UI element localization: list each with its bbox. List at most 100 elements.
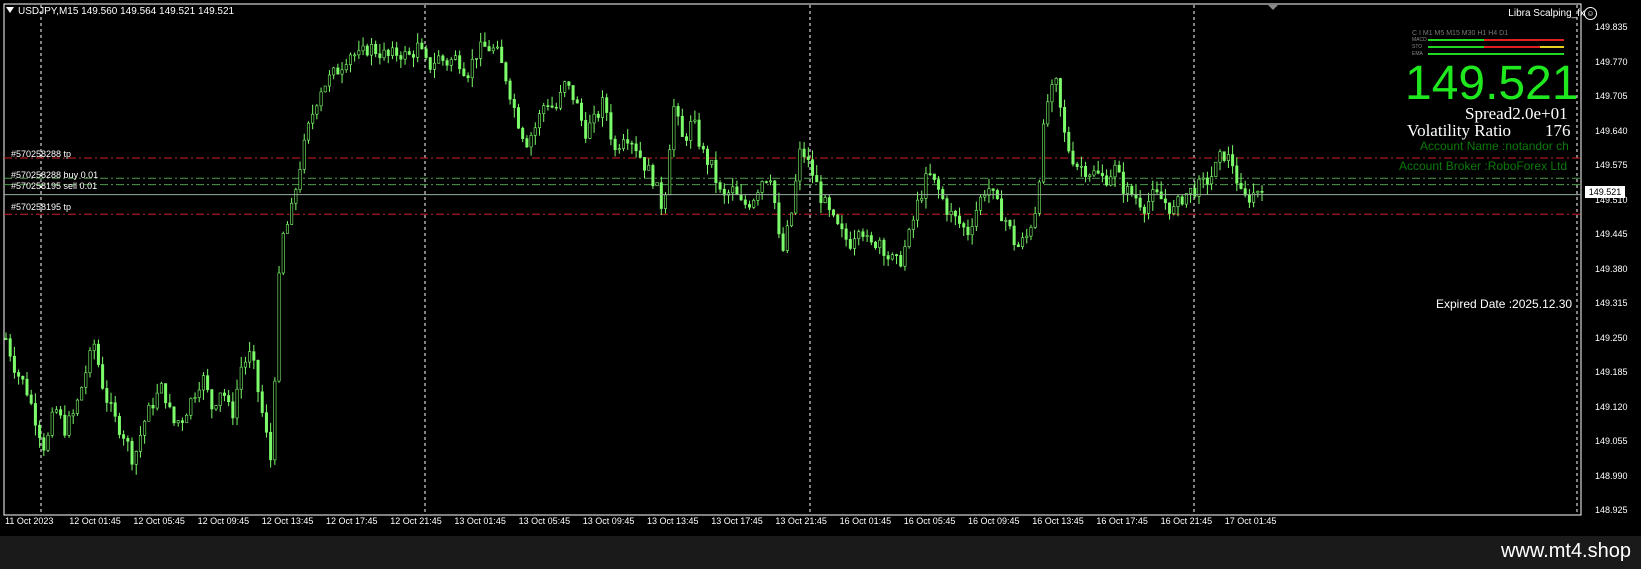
candle-body: [147, 405, 151, 422]
candle-body: [529, 135, 533, 148]
candle-body: [760, 181, 764, 193]
order-label-tp-sell[interactable]: #570258195 tp: [11, 202, 71, 212]
candle-body: [1126, 186, 1130, 194]
mtf-bar-ema: [1428, 53, 1564, 55]
y-tick-label: 149.575: [1595, 160, 1628, 170]
candle-body: [113, 402, 117, 417]
candle-body: [537, 113, 541, 129]
candle-body: [764, 181, 768, 183]
y-tick-label: 149.380: [1595, 263, 1628, 274]
mtf-bar-sto: [1428, 46, 1484, 48]
candle-body: [1210, 176, 1214, 185]
candle-body: [626, 139, 630, 144]
candle-body: [655, 182, 659, 187]
candle-body: [638, 150, 642, 158]
candle-body: [979, 196, 983, 211]
mtf-bar-sto-yellow: [1540, 46, 1564, 48]
candle-body: [248, 351, 252, 363]
candle-body: [315, 105, 319, 115]
y-tick-label: 148.990: [1595, 470, 1628, 481]
candle-body: [361, 45, 365, 52]
candle-body: [790, 212, 794, 227]
candle-body: [693, 119, 697, 122]
candle-body: [706, 148, 710, 165]
candle-body: [290, 202, 294, 225]
candle-body: [1180, 196, 1184, 205]
order-label-tp-buy[interactable]: #570258288 tp: [11, 149, 71, 159]
candle-body: [815, 175, 819, 183]
candle-body: [235, 388, 239, 419]
mtf-bar-macd-red: [1484, 39, 1564, 41]
candle-body: [630, 142, 634, 145]
candle-body: [50, 411, 54, 436]
candle-body: [1151, 189, 1155, 202]
y-tick-label: 149.185: [1595, 367, 1628, 377]
candle-body: [836, 214, 840, 225]
dropdown-triangle-icon[interactable]: [6, 7, 14, 13]
candle-body: [710, 159, 714, 165]
order-label-buy[interactable]: #570258288 buy 0.01: [11, 170, 98, 180]
candle-body: [777, 202, 781, 235]
candle-body: [840, 223, 844, 230]
candle-body: [210, 389, 214, 410]
candle-body: [424, 48, 428, 58]
candle-body: [239, 366, 243, 390]
candle-body: [243, 361, 247, 368]
order-label-sell[interactable]: #570258195 sell 0.01: [11, 181, 97, 191]
candle-body: [88, 350, 92, 374]
candle-body: [718, 182, 722, 190]
candle-body: [298, 169, 302, 190]
candle-body: [1197, 178, 1201, 197]
candle-body: [1142, 206, 1146, 214]
candle-body: [84, 372, 88, 388]
account-broker: Account Broker :RoboForex Ltd: [1399, 159, 1568, 173]
candle-body: [895, 254, 899, 256]
candle-body: [214, 405, 218, 410]
candle-body: [1163, 198, 1167, 204]
candle-body: [1004, 220, 1008, 222]
candle-body: [134, 451, 138, 465]
candle-body: [1033, 213, 1037, 228]
candle-body: [1168, 202, 1172, 214]
candle-body: [1172, 206, 1176, 214]
candle-body: [365, 45, 369, 56]
candle-body: [357, 50, 361, 56]
candle-body: [252, 351, 256, 361]
smiley-icon[interactable]: ☺: [1584, 7, 1597, 20]
candle-body: [844, 228, 848, 240]
chart-window[interactable]: USDJPY,M15 149.560 149.564 149.521 149.5…: [0, 0, 1641, 536]
candle-body: [941, 189, 945, 199]
candle-body: [42, 437, 46, 451]
candle-body: [487, 46, 491, 52]
candle-body: [1247, 194, 1251, 203]
x-tick-label: 12 Oct 17:45: [326, 516, 378, 526]
candle-body: [945, 198, 949, 215]
candle-body: [874, 241, 878, 249]
y-tick-label: 149.250: [1595, 332, 1628, 343]
y-tick-label: 148.925: [1595, 505, 1628, 515]
x-tick-label: 12 Oct 01:45: [69, 516, 121, 526]
candle-body: [819, 181, 823, 203]
candle-body: [1000, 198, 1004, 222]
candle-body: [378, 53, 382, 59]
candle-body: [453, 55, 457, 60]
candle-body: [256, 359, 260, 393]
candle-body: [697, 119, 701, 147]
candle-body: [411, 54, 415, 58]
candle-body: [1113, 164, 1117, 178]
candle-body: [1226, 154, 1230, 161]
candle-body: [348, 54, 352, 65]
candle-body: [672, 106, 676, 151]
candle-body: [1088, 174, 1092, 177]
candle-body: [508, 80, 512, 100]
candle-body: [227, 395, 231, 403]
candle-body: [621, 139, 625, 149]
candle-body: [563, 81, 567, 93]
candle-body: [306, 122, 310, 141]
candle-body: [416, 42, 420, 58]
x-tick-label: 16 Oct 17:45: [1096, 516, 1148, 526]
x-tick-label: 16 Oct 13:45: [1032, 516, 1084, 526]
candle-body: [853, 238, 857, 249]
candle-body: [495, 46, 499, 49]
price-chart[interactable]: [0, 0, 1641, 536]
